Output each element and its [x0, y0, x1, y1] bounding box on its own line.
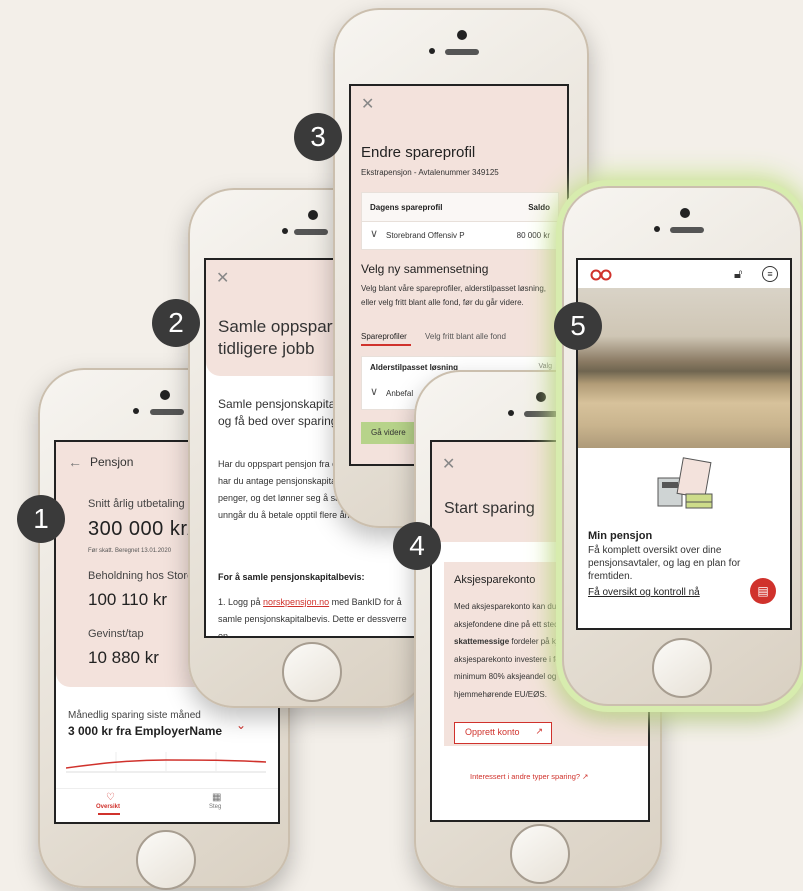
- body-bold: skattemessige: [454, 637, 510, 647]
- chevron-down-icon[interactable]: ∨: [370, 385, 378, 398]
- age-right: Valg: [538, 363, 553, 370]
- step-badge-2: 2: [152, 299, 200, 347]
- chat-button[interactable]: ▤: [750, 578, 776, 604]
- step-badge-5: 5: [554, 302, 602, 350]
- step1-pre: 1. Logg på: [218, 597, 264, 607]
- tab-funds[interactable]: Velg fritt blant alle fond: [425, 332, 506, 341]
- tab-overview[interactable]: Oversikt: [96, 804, 120, 810]
- screen-header: Pensjon: [90, 455, 134, 469]
- profile-balance: 80 000 kr: [516, 231, 550, 240]
- speaker: [524, 411, 558, 417]
- avg-payout-label: Snitt årlig utbetaling: [88, 498, 185, 510]
- recommended-label: Anbefal: [386, 389, 414, 398]
- card-title: Min pensjon: [588, 530, 653, 542]
- min-pensjon-card[interactable]: Min pensjon Få komplett oversikt over di…: [588, 530, 780, 620]
- step-badge-1: 1: [17, 495, 65, 543]
- norskpensjon-link[interactable]: norskpensjon.no: [263, 597, 329, 607]
- screen-title: Start sparing: [444, 500, 535, 517]
- open-account-button[interactable]: Opprett konto ↗: [454, 722, 552, 744]
- steps-icon[interactable]: ▦: [212, 792, 221, 803]
- other-savings-label: Interessert i andre typer sparing?: [470, 772, 581, 781]
- back-arrow-icon[interactable]: ←: [68, 454, 82, 470]
- new-heading: Velg ny sammensetning: [361, 262, 489, 276]
- piggy-bank-icon[interactable]: ♡: [106, 792, 115, 803]
- col-balance: Saldo: [528, 203, 550, 212]
- avg-payout-note: Før skatt. Beregnet 13.01.2020: [88, 548, 172, 554]
- howto-heading: For å samle pensjonskapitalbevis:: [218, 572, 365, 582]
- lock-icon[interactable]: 🔓︎: [734, 266, 742, 282]
- front-camera: [536, 392, 546, 402]
- speaker: [670, 227, 704, 233]
- home-button: [510, 824, 570, 884]
- external-arrow-icon: ↗: [535, 726, 543, 736]
- chevron-down-icon[interactable]: ∨: [370, 227, 378, 240]
- phone-5: 🔓︎ ≡ Min pensjon Få komplett oversikt ov…: [562, 186, 802, 706]
- step1-text: 1. Logg på norskpensjon.no med BankID fo…: [218, 594, 418, 636]
- speaker: [445, 49, 479, 55]
- sensor: [508, 410, 514, 416]
- front-camera: [160, 390, 170, 400]
- sensor: [654, 226, 660, 232]
- tab-steps[interactable]: Steg: [209, 804, 221, 810]
- sensor: [282, 228, 288, 234]
- home-button: [282, 642, 342, 702]
- card-title: Aksjesparekonto: [454, 574, 536, 586]
- screen-5: 🔓︎ ≡ Min pensjon Få komplett oversikt ov…: [576, 258, 792, 630]
- age-heading: Alderstilpasset løsning: [370, 363, 459, 372]
- chat-icon: ▤: [757, 584, 769, 598]
- monthly-label: Månedlig sparing siste måned: [68, 710, 201, 721]
- home-button: [652, 638, 712, 698]
- monthly-value: 3 000 kr fra EmployerName: [68, 724, 223, 738]
- lake-hero-image: [578, 288, 790, 448]
- external-arrow-icon: ↗: [582, 772, 589, 781]
- documents-illustration: [657, 457, 713, 509]
- new-description: Velg blant våre spareprofiler, alderstil…: [361, 284, 546, 308]
- step-badge-3: 3: [294, 113, 342, 161]
- holding-value: 100 110 kr: [88, 590, 168, 609]
- chevron-down-icon[interactable]: ⌄: [236, 718, 246, 732]
- home-button: [136, 830, 196, 890]
- screen-title: Endre spareprofil: [361, 144, 476, 161]
- savings-line-chart: [66, 752, 266, 773]
- col-profile: Dagens spareprofil: [370, 203, 443, 212]
- profile-name: Storebrand Offensiv P: [386, 231, 465, 240]
- sensor: [429, 48, 435, 54]
- other-savings-link[interactable]: Interessert i andre typer sparing? ↗: [470, 772, 588, 781]
- close-icon[interactable]: ✕: [216, 268, 229, 288]
- front-camera: [308, 210, 318, 220]
- current-profile-card: Dagens spareprofil Saldo ∨ Storebrand Of…: [361, 192, 559, 250]
- continue-label: Gå videre: [371, 428, 406, 437]
- screen-subtitle: Ekstrapensjon - Avtalenummer 349125: [361, 168, 499, 177]
- menu-icon[interactable]: ≡: [762, 266, 778, 282]
- front-camera: [457, 30, 467, 40]
- sensor: [133, 408, 139, 414]
- card-text: Få komplett oversikt over dine pensjonsa…: [588, 545, 741, 582]
- step-badge-4: 4: [393, 522, 441, 570]
- open-account-label: Opprett konto: [465, 727, 520, 737]
- tab-profiles[interactable]: Spareprofiler: [361, 332, 407, 341]
- gain-label: Gevinst/tap: [88, 628, 144, 640]
- close-icon[interactable]: ✕: [361, 94, 374, 114]
- body-rest: fordeler på kj: [509, 637, 558, 647]
- front-camera: [680, 208, 690, 218]
- speaker: [150, 409, 184, 415]
- close-icon[interactable]: ✕: [442, 454, 455, 474]
- storebrand-logo-icon[interactable]: [590, 269, 612, 281]
- speaker: [294, 229, 328, 235]
- gain-value: 10 880 kr: [88, 648, 159, 667]
